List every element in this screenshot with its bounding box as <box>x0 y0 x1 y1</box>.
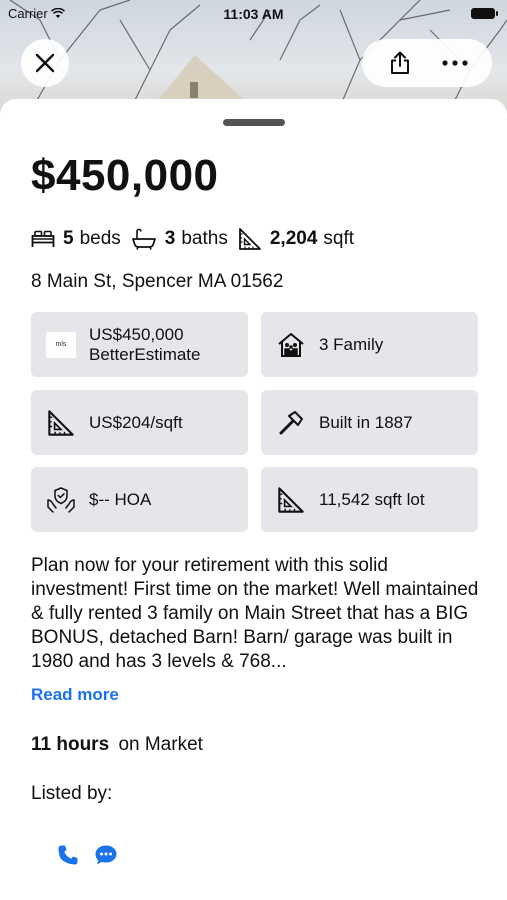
mls-logo-badge: mls <box>46 331 76 358</box>
listing-details-sheet: $450,000 5 beds 3 baths 2,204 sqft 8 Mai… <box>0 99 507 900</box>
estimate-value: US$450,000 <box>89 324 184 344</box>
multi-family-icon <box>275 329 307 361</box>
status-bar: Carrier 11:03 AM <box>0 0 507 28</box>
year-built: Built in 1887 <box>319 412 413 432</box>
header-actions <box>362 39 492 87</box>
more-icon <box>441 60 468 66</box>
read-more-link[interactable]: Read more <box>31 685 119 705</box>
property-type: 3 Family <box>319 334 384 354</box>
more-button[interactable] <box>435 43 475 83</box>
sqft-fact: 2,204 sqft <box>238 227 354 251</box>
hoa-fee: $-- HOA <box>89 489 152 509</box>
listing-price: $450,000 <box>31 151 219 200</box>
market-duration: 11 hours <box>31 734 110 755</box>
call-button[interactable] <box>56 843 80 867</box>
bathtub-icon <box>131 228 156 250</box>
share-button[interactable] <box>380 43 420 83</box>
battery-icon <box>471 8 498 19</box>
year-built-tile[interactable]: Built in 1887 <box>261 390 478 455</box>
key-facts: 5 beds 3 baths 2,204 sqft <box>31 227 364 251</box>
sqft-count: 2,204 <box>269 228 318 249</box>
lot-size: 11,542 sqft lot <box>319 489 425 509</box>
listing-description: Plan now for your retirement with this s… <box>31 555 479 672</box>
listed-by-label: Listed by: <box>31 783 113 804</box>
hammer-icon <box>275 407 307 439</box>
baths-label: baths <box>181 228 228 249</box>
status-time: 11:03 AM <box>223 6 284 22</box>
mls-logo-text: mls <box>55 341 67 348</box>
beds-count: 5 <box>63 228 74 249</box>
market-label: on Market <box>118 734 203 755</box>
baths-count: 3 <box>164 228 176 249</box>
listing-address: 8 Main St, Spencer MA 01562 <box>31 271 284 292</box>
beds-label: beds <box>79 228 121 249</box>
property-type-tile[interactable]: 3 Family <box>261 312 478 377</box>
baths-fact: 3 baths <box>131 228 228 250</box>
price-per-sqft-tile[interactable]: US$204/sqft <box>31 390 248 455</box>
chat-bubble-icon <box>95 845 117 865</box>
sheet-grabber[interactable] <box>223 119 285 126</box>
set-square-icon <box>275 484 307 516</box>
close-icon <box>35 53 55 73</box>
close-button[interactable] <box>21 39 69 87</box>
estimate-text: US$450,000 BetterEstimate <box>89 325 201 365</box>
message-button[interactable] <box>94 843 118 867</box>
beds-fact: 5 beds <box>31 228 121 250</box>
hoa-tile[interactable]: $-- HOA <box>31 467 248 532</box>
share-icon <box>390 51 409 74</box>
estimate-label: BetterEstimate <box>89 344 201 364</box>
set-square-icon <box>45 407 77 439</box>
mls-logo: mls <box>45 329 77 361</box>
time-on-market: 11 hours on Market <box>31 734 203 756</box>
lot-size-tile[interactable]: 11,542 sqft lot <box>261 467 478 532</box>
set-square-icon <box>238 228 261 250</box>
price-per-sqft: US$204/sqft <box>89 412 183 432</box>
bed-icon <box>31 230 55 247</box>
phone-icon <box>58 845 78 865</box>
sqft-label: sqft <box>323 228 355 249</box>
agent-contact <box>56 843 118 867</box>
shield-hands-icon <box>45 484 77 516</box>
estimate-tile[interactable]: mls US$450,000 BetterEstimate <box>31 312 248 377</box>
